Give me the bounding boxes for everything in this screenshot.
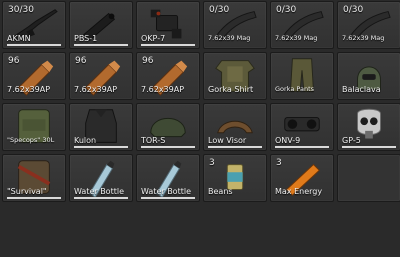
item-name: Water Bottle (141, 187, 191, 196)
inventory-slot-kulon[interactable]: Kulon (69, 103, 133, 151)
item-name: 7.62x39 Mag (342, 34, 385, 42)
condition-bar (141, 146, 195, 148)
condition-bar (141, 44, 195, 46)
item-name: Kulon (74, 136, 97, 145)
item-name: TOR-S (141, 136, 166, 145)
item-name: "Specops" 30L (7, 136, 55, 144)
inventory-slot-gorka-shirt[interactable]: Gorka Shirt (203, 52, 267, 100)
condition-bar (74, 146, 128, 148)
condition-bar (74, 44, 128, 46)
ammo-count: 0/30 (343, 5, 364, 15)
condition-bar (74, 197, 128, 199)
item-name: Gorka Shirt (208, 85, 254, 94)
inventory-slot-specops-backpack[interactable]: "Specops" 30L (2, 103, 66, 151)
inventory-slot-gp-5[interactable]: GP-5 (337, 103, 400, 151)
ammo-count: 30/30 (8, 5, 34, 15)
inventory-slot-low-visor[interactable]: Low Visor (203, 103, 267, 151)
condition-bar (342, 146, 396, 148)
item-name: Gorka Pants (275, 85, 315, 93)
condition-bar (7, 44, 61, 46)
item-name: "Survival" (7, 187, 47, 196)
condition-bar (7, 197, 61, 199)
inventory-slot-beans[interactable]: 3 Beans (203, 154, 267, 202)
item-name: ONV-9 (275, 136, 301, 145)
item-name: Balaclava (342, 85, 381, 94)
item-name: Low Visor (208, 136, 247, 145)
stack-count: 3 (209, 158, 215, 168)
inventory-slot-mag-1[interactable]: 0/30 7.62x39 Mag (203, 1, 267, 49)
ammo-count: 96 (142, 56, 154, 66)
inventory-slot-mag-2[interactable]: 0/30 7.62x39 Mag (270, 1, 334, 49)
item-name: GP-5 (342, 136, 361, 145)
item-name: 7.62x39 Mag (275, 34, 318, 42)
condition-bar (208, 146, 262, 148)
ammo-count: 96 (75, 56, 87, 66)
inventory-slot-water-bottle-1[interactable]: Water Bottle (69, 154, 133, 202)
inventory-slot-mag-3[interactable]: 0/30 7.62x39 Mag (337, 1, 400, 49)
inventory-slot-water-bottle-2[interactable]: Water Bottle (136, 154, 200, 202)
ammo-count: 0/30 (209, 5, 230, 15)
inventory-grid: 30/30 AKMN PBS-1 OKP-7 0/30 7.62x39 Mag … (0, 0, 400, 257)
inventory-slot-ammo-2[interactable]: 96 7.62x39AP (69, 52, 133, 100)
item-name: 7.62x39 Mag (208, 34, 251, 42)
stack-count: 3 (276, 158, 282, 168)
item-name: AKMN (7, 34, 31, 43)
item-name: OKP-7 (141, 34, 166, 43)
inventory-slot-survival-backpack[interactable]: "Survival" (2, 154, 66, 202)
condition-bar (141, 197, 195, 199)
item-name: 7.62x39AP (7, 85, 51, 94)
inventory-slot-akmn[interactable]: 30/30 AKMN (2, 1, 66, 49)
ammo-count: 96 (8, 56, 20, 66)
item-name: PBS-1 (74, 34, 98, 43)
item-name: Max Energy (275, 187, 323, 196)
inventory-slot-max-energy[interactable]: 3 Max Energy (270, 154, 334, 202)
ammo-count: 0/30 (276, 5, 297, 15)
inventory-slot-gorka-pants[interactable]: Gorka Pants (270, 52, 334, 100)
item-name: Beans (208, 187, 233, 196)
item-name: 7.62x39AP (74, 85, 118, 94)
inventory-slot-okp-7[interactable]: OKP-7 (136, 1, 200, 49)
item-name: 7.62x39AP (141, 85, 185, 94)
inventory-slot-ammo-3[interactable]: 96 7.62x39AP (136, 52, 200, 100)
inventory-slot-tor-s[interactable]: TOR-S (136, 103, 200, 151)
inventory-slot-onv-9[interactable]: ONV-9 (270, 103, 334, 151)
inventory-slot-pbs-1[interactable]: PBS-1 (69, 1, 133, 49)
condition-bar (275, 146, 329, 148)
inventory-slot-empty[interactable] (337, 154, 400, 202)
inventory-slot-ammo-1[interactable]: 96 7.62x39AP (2, 52, 66, 100)
inventory-slot-balaclava[interactable]: Balaclava (337, 52, 400, 100)
item-name: Water Bottle (74, 187, 124, 196)
